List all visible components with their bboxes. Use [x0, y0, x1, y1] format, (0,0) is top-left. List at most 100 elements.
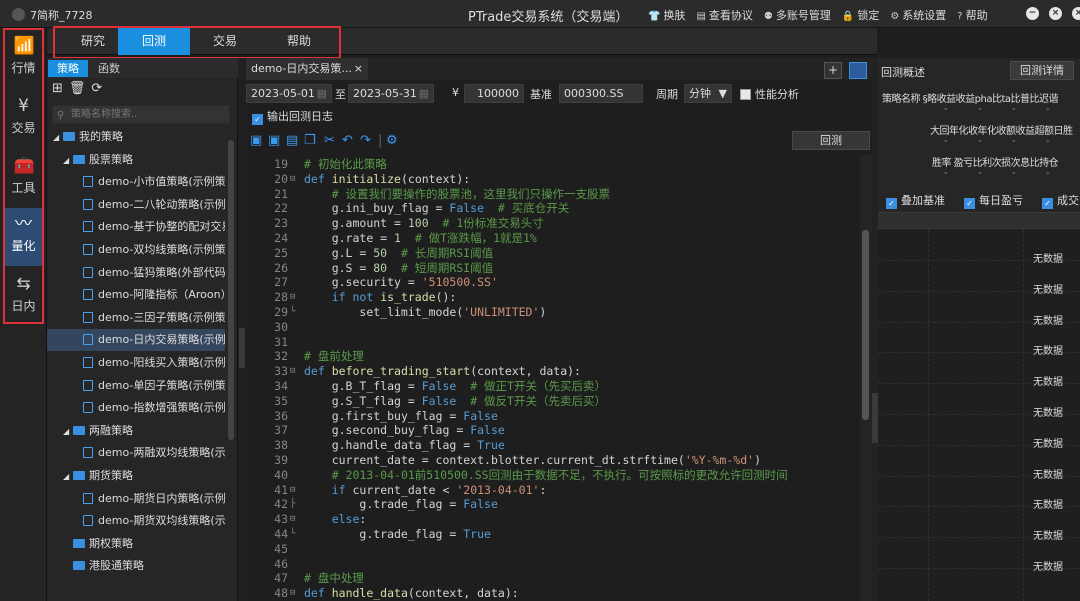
layout-toggle-button[interactable] — [849, 62, 867, 79]
code-text: def initialize(context): — [304, 171, 471, 186]
output-log-checkbox[interactable]: ✓ 输出回测日志 — [252, 108, 333, 125]
tree-folder[interactable]: ◢ 股票策略 — [47, 149, 225, 171]
fold-marker-icon[interactable]: ⊟ — [290, 483, 302, 498]
checkbox-checked-icon[interactable]: ✓ — [1042, 198, 1053, 209]
add-icon[interactable]: ⊞ — [52, 81, 63, 99]
gear-icon[interactable]: ⚙ — [386, 133, 398, 148]
code-line: 46 — [246, 557, 860, 572]
tree-folder[interactable]: 港股通策略 — [47, 555, 225, 577]
fold-marker-icon[interactable]: └ — [290, 305, 302, 320]
chart-option-checkbox[interactable]: ✓ 每日盈亏 — [964, 192, 1023, 209]
minimize-icon[interactable]: − — [1026, 7, 1039, 20]
editor-tab[interactable]: demo-日内交易策... × — [246, 58, 368, 80]
user-info[interactable]: 7简称_7728 — [12, 7, 93, 23]
menu-lock[interactable]: 🔒 锁定 — [842, 7, 879, 23]
code-scrollbar[interactable] — [860, 155, 872, 601]
save-all-icon[interactable]: ▤ — [286, 133, 298, 148]
capital-input[interactable]: 100000 — [464, 84, 524, 103]
strategy-tab-1[interactable]: 函数 — [89, 60, 129, 77]
tree-folder[interactable]: ◢ 我的策略 — [47, 126, 225, 148]
redo-icon[interactable]: ↷ — [360, 133, 371, 148]
menu-document[interactable]: ▤ 查看协议 — [696, 7, 752, 23]
checkbox-checked-icon[interactable]: ✓ — [886, 198, 897, 209]
tree-item[interactable]: demo-基于协整的配对交易 — [47, 216, 225, 238]
code-line: 33 ⊟ def before_trading_start(context, dat… — [246, 364, 860, 379]
file-icon — [83, 492, 93, 504]
chart-option-checkbox[interactable]: ✓ 成交 — [1042, 192, 1079, 209]
code-line: 36 g.first_buy_flag = False — [246, 409, 860, 424]
tree-item[interactable]: demo-指数增强策略(示例 — [47, 397, 225, 419]
exit-icon[interactable]: × — [1072, 7, 1080, 20]
tree-item[interactable]: demo-二八轮动策略(示例 — [47, 194, 225, 216]
backtest-detail-button[interactable]: 回测详情 — [1010, 61, 1074, 80]
tree-item[interactable]: demo-三因子策略(示例策 — [47, 307, 225, 329]
fold-marker-icon[interactable]: ├ — [290, 497, 302, 512]
caret-down-icon[interactable]: ◢ — [63, 421, 73, 442]
caret-down-icon[interactable]: ◢ — [53, 127, 63, 148]
menu-help[interactable]: ? 帮助 — [957, 7, 987, 23]
fold-marker-icon[interactable]: ⊟ — [290, 586, 302, 601]
tree-folder[interactable]: ◢ 两融策略 — [47, 420, 225, 442]
scrollbar-thumb[interactable] — [228, 140, 234, 440]
tree-item[interactable]: demo-期货日内策略(示例 — [47, 488, 225, 510]
save-icon[interactable]: ▣ — [250, 133, 262, 148]
checkbox-checked-icon[interactable]: ✓ — [964, 198, 975, 209]
panel-splitter[interactable] — [238, 58, 246, 601]
tree-item[interactable]: demo-两融双均线策略(示 — [47, 442, 225, 464]
line-number: 44 — [274, 527, 288, 541]
checkbox-icon[interactable] — [740, 89, 751, 100]
close-icon[interactable]: × — [354, 58, 363, 80]
caret-down-icon[interactable]: ◢ — [63, 466, 73, 487]
code-text: if not is_trade(): — [331, 290, 457, 305]
menu-gear[interactable]: ⚙ 系统设置 — [890, 7, 946, 23]
tree-item[interactable]: demo-双均线策略(示例策 — [47, 239, 225, 261]
line-number: 22 — [274, 201, 288, 216]
strategy-tab-0[interactable]: 策略 — [48, 60, 88, 77]
fold-marker-icon[interactable]: ⊟ — [290, 364, 302, 379]
summary-header: 回测概述 回测详情 — [878, 58, 1080, 84]
copy-icon[interactable]: ❐ — [304, 133, 316, 148]
scrollbar-thumb[interactable] — [862, 230, 869, 420]
start-date-input[interactable]: 2023-05-01 ▦ — [246, 84, 332, 103]
line-number: 46 — [274, 556, 288, 571]
code-line: 44 └ g.trade_flag = True — [246, 527, 860, 542]
tree-item[interactable]: demo-小市值策略(示例策 — [47, 171, 225, 193]
period-select[interactable]: 分钟 ▼ — [684, 84, 732, 103]
save-as-icon[interactable]: ▣ — [268, 133, 280, 148]
strategy-search-input[interactable]: ⚲ 策略名称搜索.. — [52, 105, 230, 124]
tree-item[interactable]: demo-阿隆指标（Aroon） — [47, 284, 225, 306]
close-icon[interactable]: × — [1049, 7, 1062, 20]
tree-folder[interactable]: 期权策略 — [47, 533, 225, 555]
tree-item[interactable]: demo-阳线买入策略(示例 — [47, 352, 225, 374]
fold-marker-icon[interactable]: ⊟ — [290, 512, 302, 527]
tree-label: demo-期货日内策略(示例 — [98, 491, 225, 505]
menu-shirt[interactable]: 👕 换肤 — [648, 7, 685, 23]
strategy-scrollbar[interactable] — [226, 140, 236, 601]
caret-down-icon[interactable]: ◢ — [63, 150, 73, 171]
code-line: 30 — [246, 320, 860, 335]
new-tab-button[interactable]: + — [824, 62, 842, 79]
menu-users[interactable]: ⚉ 多账号管理 — [764, 7, 831, 23]
checkbox-checked-icon[interactable]: ✓ — [252, 114, 263, 125]
chart-option-checkbox[interactable]: ✓ 叠加基准 — [886, 192, 945, 209]
line-number: 40 — [274, 467, 288, 482]
splitter-handle[interactable] — [239, 328, 245, 368]
cut-icon[interactable]: ✂ — [324, 133, 335, 148]
fold-marker-icon[interactable]: └ — [290, 527, 302, 542]
fold-marker-icon[interactable]: ⊟ — [290, 290, 302, 305]
benchmark-input[interactable]: 000300.SS — [559, 84, 643, 103]
tree-item[interactable]: demo-单因子策略(示例策 — [47, 375, 225, 397]
tree-item[interactable]: demo-期货双均线策略(示 — [47, 510, 225, 532]
tree-item[interactable]: demo-猛犸策略(外部代码 — [47, 262, 225, 284]
undo-icon[interactable]: ↶ — [342, 133, 353, 148]
fold-marker-icon[interactable]: ⊟ — [290, 172, 302, 187]
refresh-icon[interactable]: ⟳ — [91, 81, 102, 99]
tree-folder[interactable]: ◢ 期货策略 — [47, 465, 225, 487]
backtest-button[interactable]: 回测 — [792, 131, 870, 150]
trash-icon[interactable]: 🗑 — [69, 81, 86, 99]
end-date-input[interactable]: 2023-05-31 ▦ — [348, 84, 434, 103]
perf-analysis-checkbox[interactable]: 性能分析 — [740, 86, 799, 102]
code-editor[interactable]: 19 # 初始化此策略 20 ⊟ def initialize(context): 21 … — [246, 155, 860, 601]
file-icon — [83, 402, 93, 414]
tree-item[interactable]: demo-日内交易策略(示例 — [47, 329, 225, 352]
